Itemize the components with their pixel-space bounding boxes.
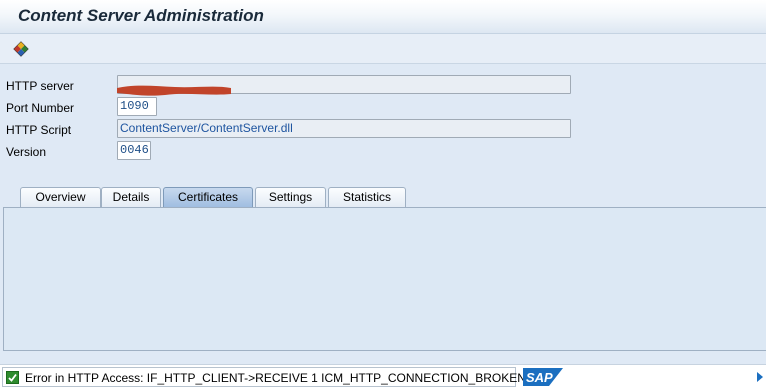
execute-diamond-icon [13, 41, 29, 57]
tab-panel-certificates [3, 207, 766, 351]
port-number-field[interactable]: 1090 [117, 97, 157, 116]
sap-logo: SAP [523, 368, 563, 386]
status-message[interactable]: Error in HTTP Access: IF_HTTP_CLIENT->RE… [2, 367, 526, 387]
expand-arrow-icon[interactable] [756, 371, 764, 383]
tab-overview[interactable]: Overview [20, 187, 101, 208]
http-script-field[interactable]: ContentServer/ContentServer.dll [117, 119, 571, 138]
page-title: Content Server Administration [18, 6, 264, 25]
redaction-mark [117, 85, 231, 96]
toolbar [0, 34, 766, 64]
http-server-label: HTTP server [6, 79, 74, 93]
port-number-label: Port Number [6, 101, 75, 115]
tab-strip: Overview Details Certificates Settings S… [20, 187, 440, 208]
http-script-label: HTTP Script [6, 123, 72, 137]
tab-details[interactable]: Details [101, 187, 161, 208]
status-bar: Error in HTTP Access: IF_HTTP_CLIENT->RE… [0, 364, 766, 388]
tab-certificates[interactable]: Certificates [163, 187, 253, 208]
sap-logo-text: SAP [526, 370, 553, 385]
tab-settings[interactable]: Settings [255, 187, 326, 208]
version-label: Version [6, 145, 47, 159]
title-bar: Content Server Administration [0, 0, 766, 34]
status-message-text: Error in HTTP Access: IF_HTTP_CLIENT->RE… [25, 371, 526, 385]
version-field[interactable]: 0046 [117, 141, 151, 160]
execute-button[interactable] [10, 39, 32, 59]
tab-statistics[interactable]: Statistics [328, 187, 406, 208]
success-check-icon [6, 371, 19, 384]
